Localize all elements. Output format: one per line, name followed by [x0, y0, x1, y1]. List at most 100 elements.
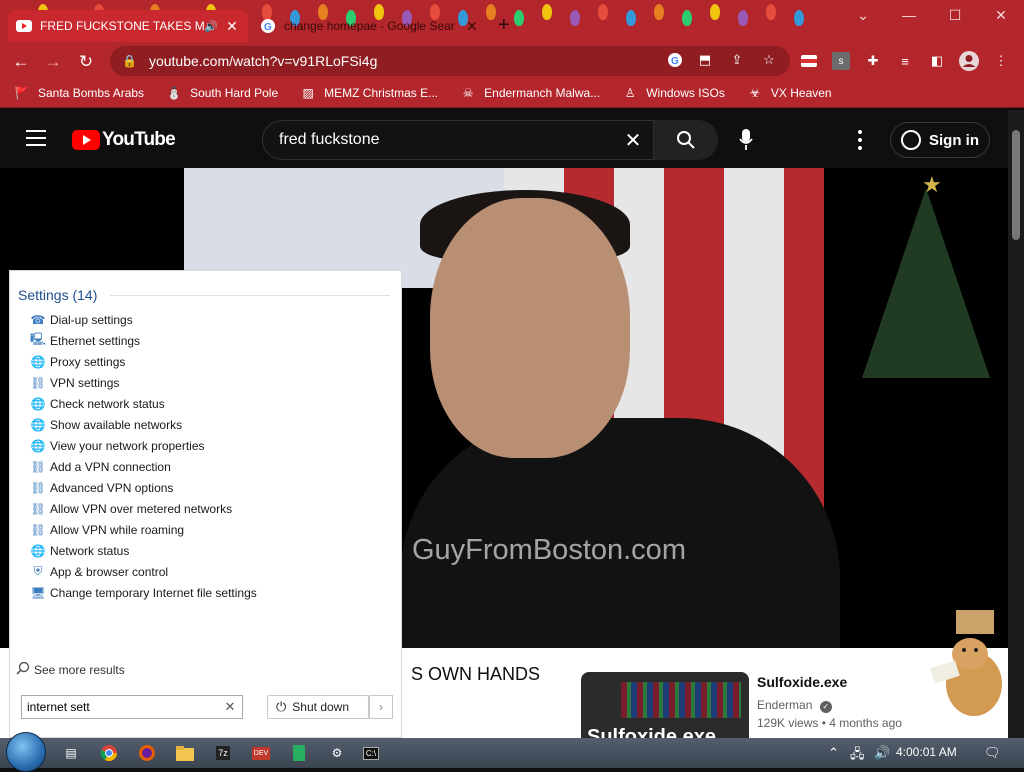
dev-tool-icon[interactable]: DEV [250, 742, 272, 764]
tab-search-icon[interactable]: ⌄ [840, 0, 886, 30]
page-scrollbar[interactable] [1008, 110, 1024, 746]
bookmark-item[interactable]: ⛄ South Hard Pole [166, 85, 279, 101]
recommended-video-thumbnail[interactable]: Sulfoxide.exe [581, 672, 749, 746]
search-result-item[interactable]: ⛓ Allow VPN over metered networks [30, 498, 257, 519]
vpn-icon: ⛓ [30, 459, 46, 474]
extensions-puzzle-icon[interactable]: ✚ [862, 50, 884, 72]
close-tab-icon[interactable]: ✕ [224, 18, 240, 35]
search-result-item[interactable]: 🌐 Check network status [30, 393, 257, 414]
chrome-menu-icon[interactable]: ⋮ [990, 50, 1012, 72]
bookmark-item[interactable]: ☣ VX Heaven [747, 85, 832, 101]
minimize-icon[interactable]: — [886, 0, 932, 30]
search-query: fred fuckstone [279, 131, 380, 148]
extension-s-icon[interactable]: s [830, 50, 852, 72]
network-icon[interactable]: 🖧 [850, 745, 865, 767]
result-label: Proxy settings [50, 354, 126, 369]
bookmark-item[interactable]: ☠ Endermanch Malwa... [460, 85, 600, 101]
result-label: Show available networks [50, 417, 183, 432]
forward-icon[interactable]: → [40, 49, 66, 75]
search-result-item[interactable]: ☎ Dial-up settings [30, 309, 257, 330]
address-bar[interactable]: 🔒 youtube.com/watch?v=v91RLoFSi4g [110, 46, 790, 76]
back-icon[interactable]: ← [8, 49, 34, 75]
recommended-video-title[interactable]: Sulfoxide.exe [757, 674, 847, 690]
youtube-wordmark: YouTube [102, 129, 176, 150]
reading-list-icon[interactable]: ≡ [894, 50, 916, 72]
volume-icon[interactable]: 🔊 [874, 745, 890, 761]
result-label: Allow VPN over metered networks [50, 501, 233, 516]
youtube-logo[interactable]: YouTube [72, 129, 176, 151]
tab-google[interactable]: G change homepae - Google Sear ✕ [252, 10, 488, 42]
install-app-icon[interactable]: ⬒ [694, 49, 716, 71]
show-hidden-icons-chevron-icon[interactable]: ⌃ [828, 745, 839, 761]
tree-star-icon: ★ [922, 172, 942, 197]
shut-down-button[interactable]: ⏻ Shut down [267, 695, 369, 719]
clear-search-icon[interactable]: ✕ [218, 699, 242, 715]
share-icon[interactable]: ⇪ [726, 49, 748, 71]
tab-youtube[interactable]: FRED FUCKSTONE TAKES MA 🔊 ✕ [8, 10, 248, 42]
taskbar-clock[interactable]: 4:00:01 AM [896, 745, 957, 759]
google-lens-icon[interactable]: G [664, 49, 686, 71]
vpn-icon: ⛓ [30, 375, 46, 390]
search-result-item[interactable]: ⛓ Allow VPN while roaming [30, 519, 257, 540]
search-result-item[interactable]: ⛓ Advanced VPN options [30, 477, 257, 498]
bookmark-star-icon[interactable]: ☆ [758, 49, 780, 71]
verified-check-icon: ✓ [819, 701, 832, 713]
search-button[interactable] [654, 120, 718, 160]
vpn-icon: ⛓ [30, 480, 46, 495]
start-button-orb[interactable] [6, 732, 46, 772]
bookmark-item[interactable]: ▨ MEMZ Christmas E... [300, 85, 438, 101]
youtube-search-input[interactable]: fred fuckstone ✕ [262, 120, 654, 160]
clear-search-icon[interactable]: ✕ [613, 128, 653, 153]
new-tab-button[interactable]: + [498, 14, 510, 37]
settings-more-icon[interactable] [850, 128, 870, 152]
start-search-input[interactable]: internet sett ✕ [21, 695, 243, 719]
search-result-item[interactable]: 🖳 Ethernet settings [30, 330, 257, 351]
task-view-icon[interactable]: ▤ [60, 742, 82, 764]
search-result-item[interactable]: ⛨ App & browser control [30, 561, 257, 582]
search-result-item[interactable]: ⛓ Add a VPN connection [30, 456, 257, 477]
bookmark-item[interactable]: 🚩 Santa Bombs Arabs [14, 85, 145, 101]
extension-flag-icon[interactable] [798, 50, 820, 72]
recommended-meta: 129K views • 4 months ago [757, 716, 902, 730]
globe-icon: 🌐 [30, 543, 46, 558]
globe-icon: 🌐 [30, 438, 46, 453]
chrome-taskbar-icon[interactable] [98, 742, 120, 764]
christmas-light-bulb [626, 10, 636, 26]
speaker-icon[interactable]: 🔊 [204, 20, 220, 33]
bookmark-item[interactable]: ♙ Windows ISOs [622, 85, 725, 101]
voice-search-button[interactable] [728, 120, 764, 160]
christmas-light-bulb [570, 10, 580, 26]
scrollbar-thumb[interactable] [1012, 130, 1020, 240]
search-result-item[interactable]: 🌐 Show available networks [30, 414, 257, 435]
command-prompt-icon[interactable]: C:\ [360, 742, 382, 764]
search-result-item[interactable]: 🌐 Network status [30, 540, 257, 561]
file-explorer-icon[interactable] [174, 742, 196, 764]
search-result-item[interactable]: 🌐 Proxy settings [30, 351, 257, 372]
result-label: Change temporary Internet file settings [50, 585, 257, 600]
search-result-item[interactable]: 🌐 View your network properties [30, 435, 257, 456]
youtube-header: YouTube fred fuckstone ✕ Sign in [0, 110, 1008, 168]
recommended-channel[interactable]: Enderman ✓ [757, 698, 832, 713]
settings-gear-icon[interactable]: ⚙ [326, 742, 348, 764]
search-icon [677, 131, 695, 149]
hamburger-menu-icon[interactable] [26, 130, 46, 146]
7zip-icon[interactable]: 7z [212, 742, 234, 764]
maximize-icon[interactable]: ☐ [932, 0, 978, 30]
side-panel-icon[interactable]: ◧ [926, 50, 948, 72]
see-more-results-link[interactable]: See more results [16, 661, 125, 678]
result-label: VPN settings [50, 375, 120, 390]
sign-in-button[interactable]: Sign in [890, 122, 990, 158]
action-center-icon[interactable]: 🗨 [984, 745, 1001, 761]
search-result-item[interactable]: 🖥 Change temporary Internet file settings [30, 582, 257, 603]
shut-down-options-arrow-icon[interactable]: › [369, 695, 393, 719]
result-label: Ethernet settings [50, 333, 141, 348]
profile-avatar-icon[interactable] [958, 50, 980, 72]
close-tab-icon[interactable]: ✕ [464, 18, 480, 35]
reload-icon[interactable]: ↻ [73, 49, 99, 75]
firefox-taskbar-icon[interactable] [136, 742, 158, 764]
close-window-icon[interactable]: ✕ [978, 0, 1024, 30]
channel-name: Enderman [757, 698, 813, 712]
search-result-item[interactable]: ⛓ VPN settings [30, 372, 257, 393]
globe-icon: 🌐 [30, 396, 46, 411]
notepad-icon[interactable] [288, 742, 310, 764]
